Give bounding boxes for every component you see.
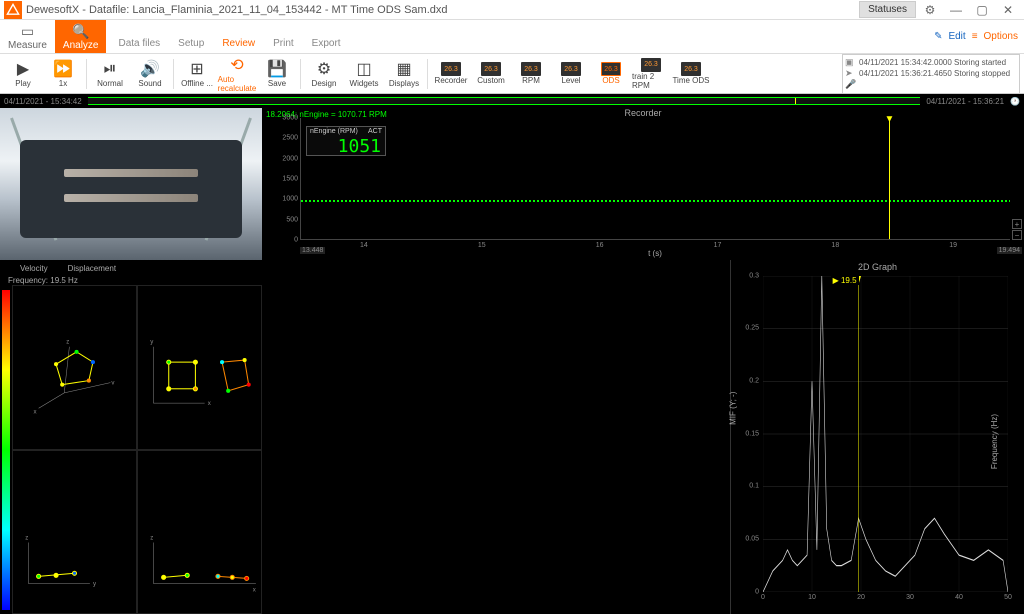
timeline-bar[interactable]: 04/11/2021 - 15:34:42 04/11/2021 - 15:36… [0,94,1024,108]
close-button[interactable]: ✕ [996,1,1020,19]
widgets-button[interactable]: ◫Widgets [345,55,383,93]
recorder-value-box: nEngine (RPM)ACT 1051 [306,126,386,156]
svg-text:z: z [66,339,69,346]
statuses-button[interactable]: Statuses [859,1,916,18]
sound-button[interactable]: 🔊Sound [131,55,169,93]
display-train2rpm[interactable]: 26.3train 2 RPM [632,55,670,93]
tab-label: Analyze [63,40,99,51]
colorbar [2,290,10,610]
cursor-icon: ➤ [845,68,855,79]
svg-text:x: x [34,408,37,415]
mode-view-2[interactable]: yx [137,285,262,450]
recorder-plot[interactable]: ▼ [300,118,1010,240]
svg-text:z: z [25,534,28,541]
time-end: 04/11/2021 - 15:36:21 [926,97,1004,106]
zoom-out-button[interactable]: − [1012,230,1022,240]
window-title: DewesoftX - Datafile: Lancia_Flaminia_20… [26,4,859,16]
timeline-cursor[interactable] [795,98,796,104]
display-ods[interactable]: 26.3ODS [592,55,630,93]
subtab-setup[interactable]: Setup [174,36,208,51]
graph2d-plot[interactable] [763,276,1008,592]
record-icon: ▣ [845,57,855,68]
main-tabrow: ▭ Measure 🔍 Analyze Data files Setup Rev… [0,20,1024,54]
edit-link[interactable]: Edit [948,31,965,42]
graph2d-xaxis: 0 10 20 30 40 50 [763,594,1008,606]
time-start: 04/11/2021 - 15:34:42 [4,97,82,106]
display-rpm[interactable]: 26.3RPM [512,55,550,93]
displays-button[interactable]: ▦Displays [385,55,423,93]
cursor-marker-icon: ▼ [885,114,895,125]
auto-recalc-button[interactable]: ⟲Auto recalculate [218,55,256,93]
design-button[interactable]: ⚙Design [305,55,343,93]
svg-text:x: x [253,586,256,593]
mic-icon: 🎤 [845,79,855,90]
subtab-print[interactable]: Print [269,36,298,51]
zoom-in-button[interactable]: + [1012,219,1022,229]
edit-icon: ✎ [934,31,942,42]
titlebar: DewesoftX - Datafile: Lancia_Flaminia_20… [0,0,1024,20]
tab-measure[interactable]: ▭ Measure [0,20,55,53]
recorder-xaxis: 14 15 16 17 18 19 t (s) [300,242,1010,256]
mode-tab-displacement[interactable]: Displacement [68,264,116,273]
workspace: Velocity Displacement Frequency: 19.5 Hz… [0,108,1024,614]
search-icon: 🔍 [72,23,89,40]
recorder-cursor[interactable] [889,118,890,239]
tab-analyze[interactable]: 🔍 Analyze [55,20,107,53]
recorder-panel[interactable]: Recorder 18.2064; nEngine = 1070.71 RPM … [262,108,1024,260]
tab-label: Measure [8,40,47,51]
play-button[interactable]: ▶Play [4,55,42,93]
graph2d-cursor-label: ▶ 19.5 [831,276,859,285]
svg-text:x: x [208,400,211,407]
normal-button[interactable]: ⏯Normal [91,55,129,93]
recorder-value: 1051 [307,136,385,157]
minimize-button[interactable]: — [944,1,968,19]
display-timeods[interactable]: 26.3Time ODS [672,55,710,93]
save-button[interactable]: 💾Save [258,55,296,93]
app-logo [4,1,22,19]
graph2d-panel[interactable]: 2D Graph MIF (Y; -) Frequency (Hz) 0.3 0… [730,260,1024,614]
subtab-export[interactable]: Export [308,36,345,51]
empty-panel [262,260,730,614]
mode-frequency: Frequency: 19.5 Hz [0,276,262,285]
mode-view-3[interactable]: zy [12,450,137,614]
subtabs: Data files Setup Review Print Export [106,20,344,53]
svg-text:z: z [150,534,153,541]
clock-icon[interactable]: 🕐 [1010,97,1020,106]
subtab-datafiles[interactable]: Data files [114,36,164,51]
recorder-yaxis: 3000 2500 2000 1500 1000 500 0 [262,118,300,240]
mode-shapes-panel: Velocity Displacement Frequency: 19.5 Hz… [0,260,262,614]
maximize-button[interactable]: ▢ [970,1,994,19]
svg-text:y: y [150,339,154,346]
video-panel[interactable] [0,108,262,260]
offline-button[interactable]: ⊞Offline ... [178,55,216,93]
mode-view-1[interactable]: v z x [12,285,137,450]
speed-button[interactable]: ⏩1x [44,55,82,93]
status-log: ▣04/11/2021 15:34:42.0000 Storing starte… [842,54,1020,94]
svg-text:y: y [93,580,97,587]
mode-view-4[interactable]: zx [137,450,262,614]
subtab-review[interactable]: Review [218,36,259,51]
display-custom[interactable]: 26.3Custom [472,55,510,93]
svg-text:v: v [111,380,115,387]
options-link[interactable]: Options [984,31,1018,42]
graph2d-row: 2D Graph MIF (Y; -) Frequency (Hz) 0.3 0… [262,260,1024,614]
mode-tab-velocity[interactable]: Velocity [20,264,48,273]
camera-icon: ▭ [21,23,34,40]
settings-icon[interactable]: ⚙ [918,1,942,19]
display-recorder[interactable]: 26.3Recorder [432,55,470,93]
options-icon: ≡ [972,31,978,42]
graph2d-title: 2D Graph [731,262,1024,272]
display-level[interactable]: 26.3Level [552,55,590,93]
graph2d-yaxis: 0.3 0.25 0.2 0.15 0.1 0.05 0 [731,276,761,592]
